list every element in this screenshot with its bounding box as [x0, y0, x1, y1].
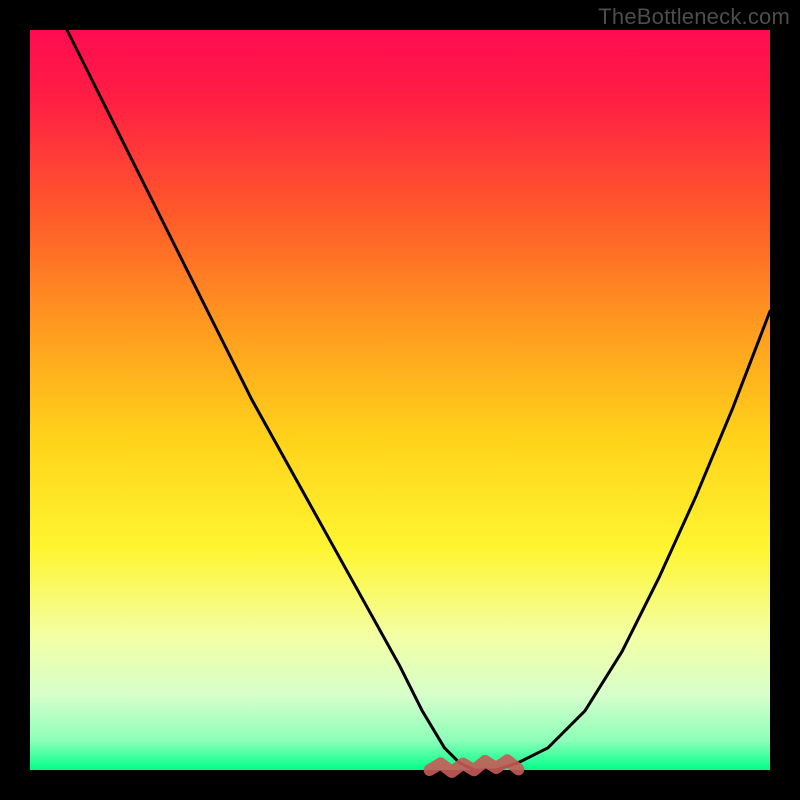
chart-svg	[0, 0, 800, 800]
watermark-text: TheBottleneck.com	[598, 4, 790, 30]
chart-frame: TheBottleneck.com	[0, 0, 800, 800]
plot-area	[30, 30, 770, 770]
